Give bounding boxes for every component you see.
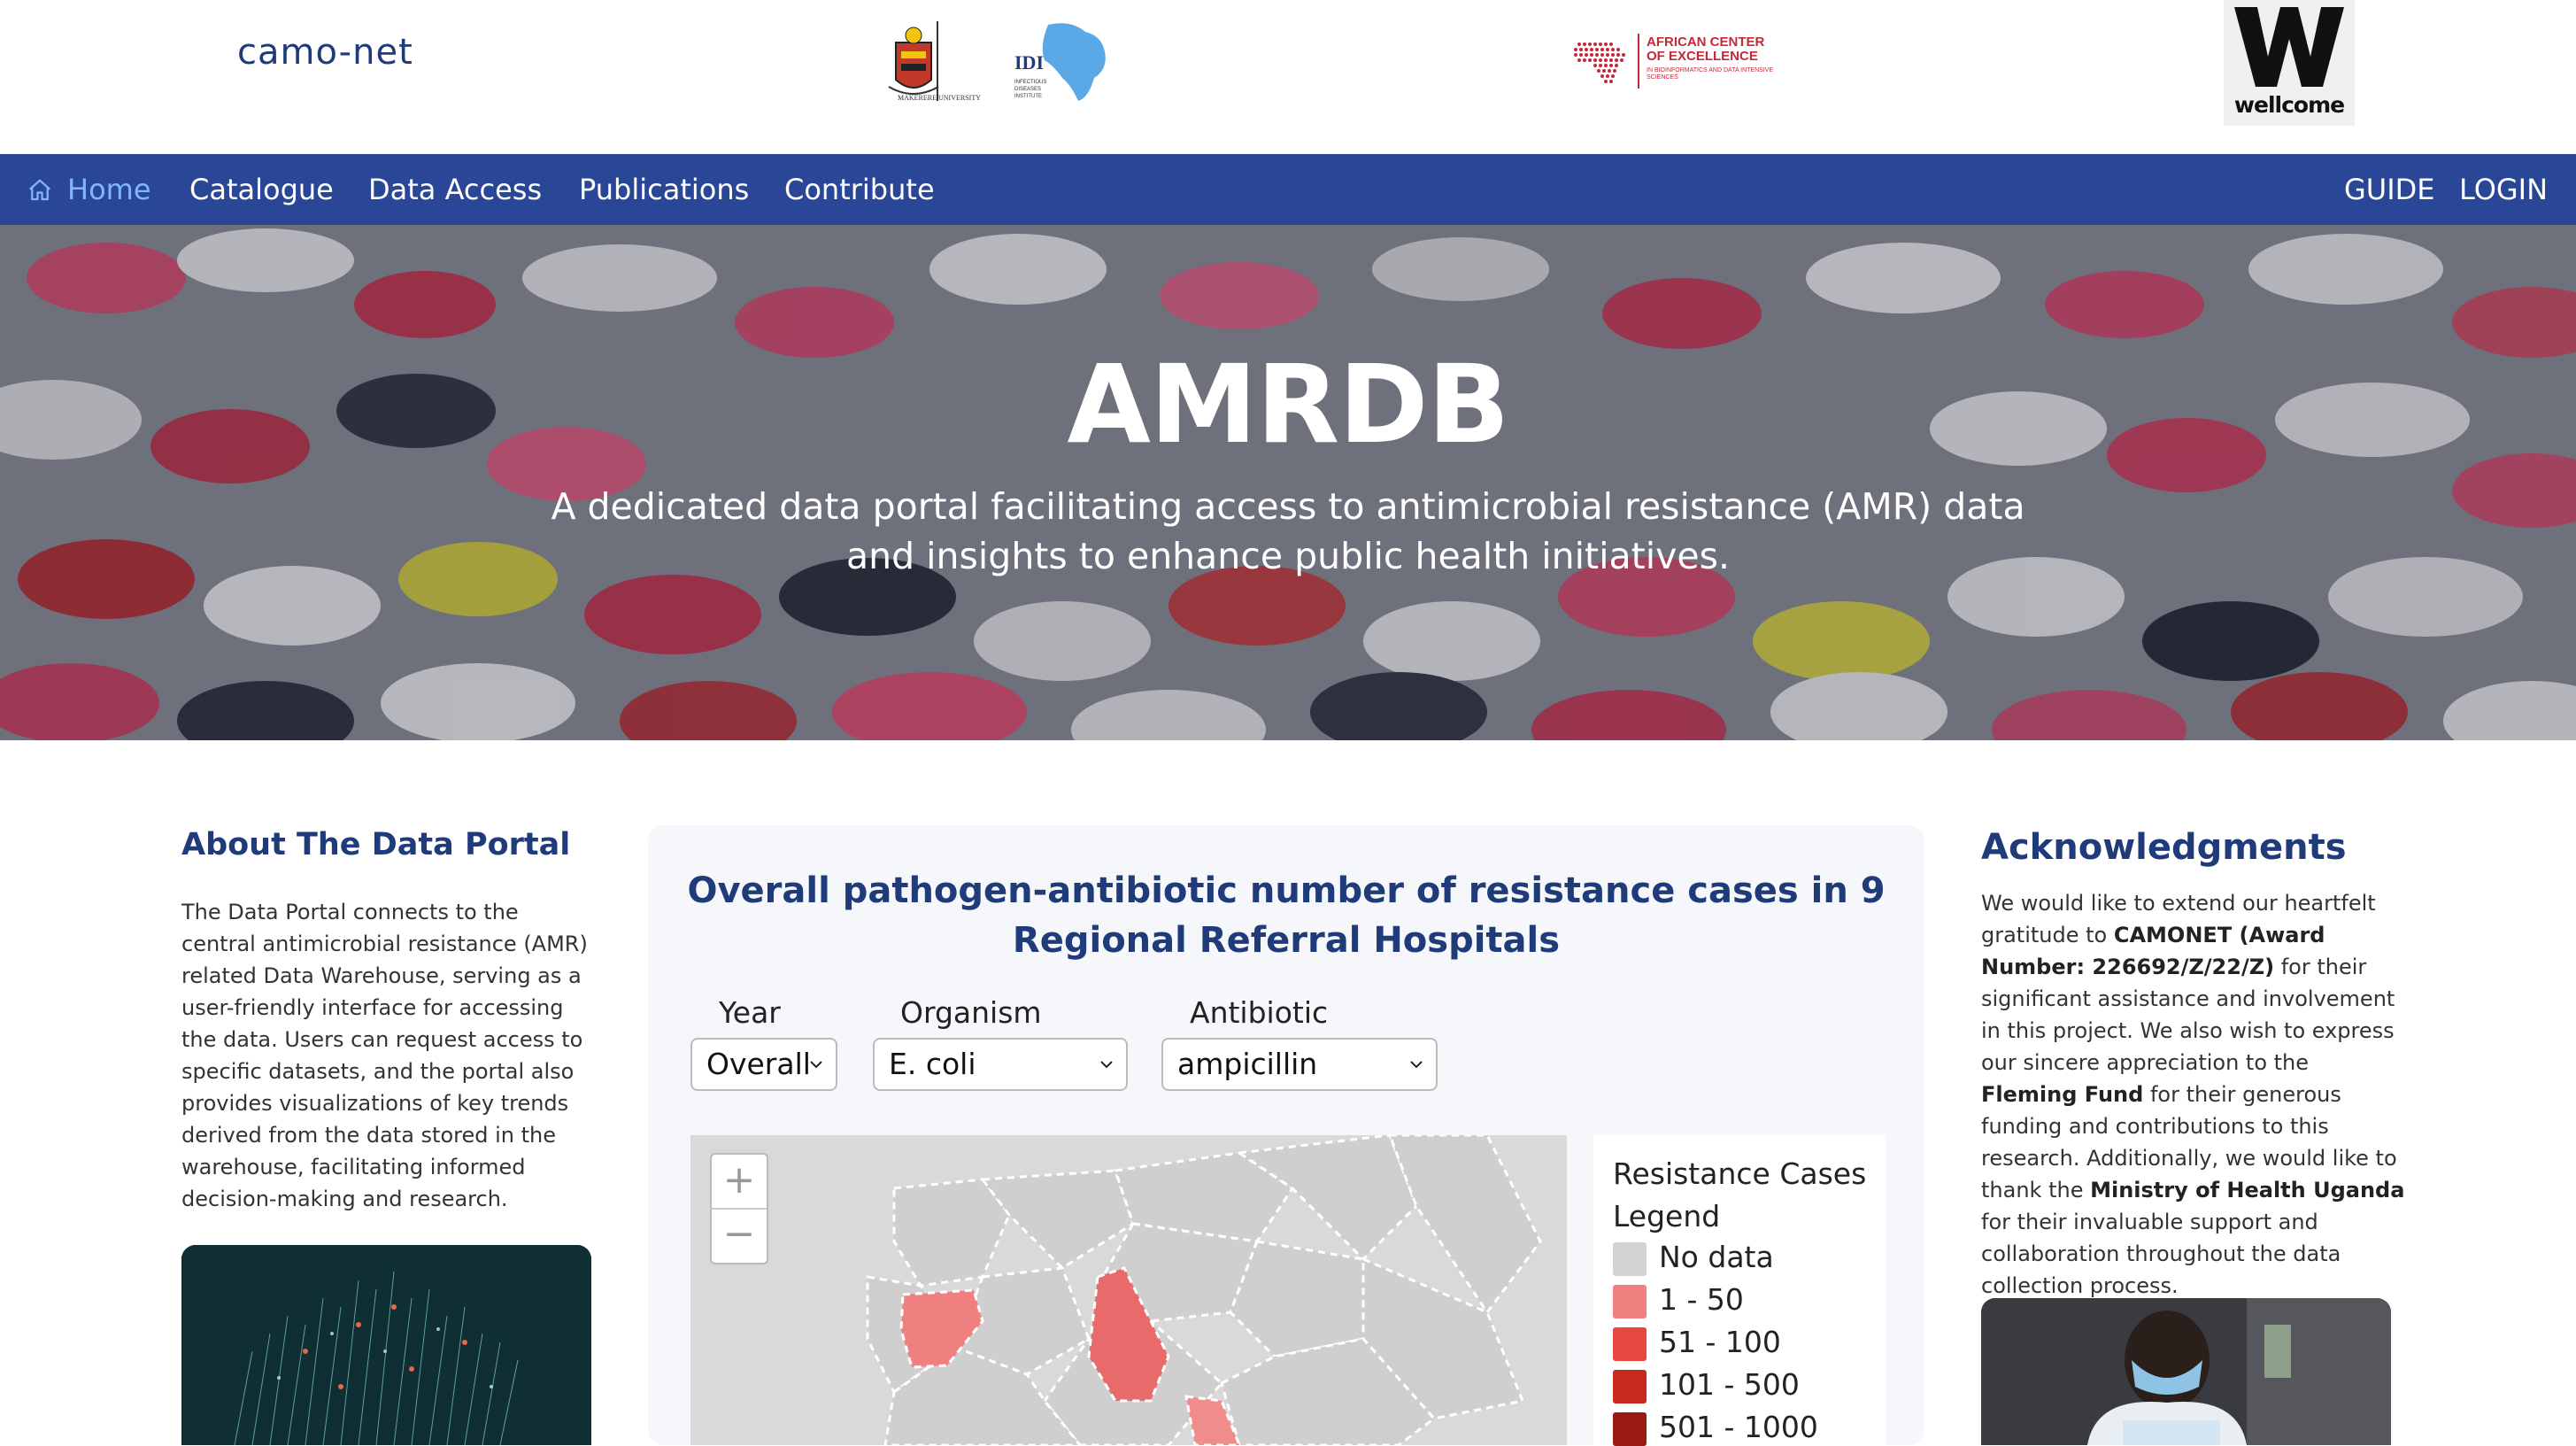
nav-catalogue[interactable]: Catalogue xyxy=(189,154,334,225)
map-legend: Resistance Cases Legend No data 1 - 50 5… xyxy=(1593,1135,1886,1446)
ace-line-1: AFRICAN CENTER xyxy=(1647,35,1765,50)
hero-title: AMRDB xyxy=(1067,342,1509,468)
legend-item-51-100: 51 - 100 xyxy=(1613,1325,1781,1361)
wellcome-logo: wellcome xyxy=(2224,0,2355,126)
svg-text:INFECTIOUS: INFECTIOUS xyxy=(1014,80,1046,85)
antibiotic-label: Antibiotic xyxy=(1190,995,1329,1030)
legend-label: 501 - 1000 xyxy=(1659,1410,1818,1444)
uganda-resistance-map[interactable]: + − xyxy=(690,1135,1567,1445)
antibiotic-select-value: ampicillin xyxy=(1177,1047,1318,1081)
ack-fleming-fund: Fleming Fund xyxy=(1981,1082,2144,1107)
legend-item-501-1000: 501 - 1000 xyxy=(1613,1410,1818,1446)
year-select[interactable]: Overall xyxy=(690,1038,837,1091)
legend-swatch xyxy=(1613,1369,1647,1403)
legend-swatch xyxy=(1613,1241,1647,1276)
lab-worker-photo xyxy=(1981,1298,2391,1445)
nav-home-label: Home xyxy=(67,173,151,206)
lab-worker-photo-graphic xyxy=(1981,1298,2391,1445)
nav-home[interactable]: Home xyxy=(27,154,151,225)
home-icon xyxy=(29,179,50,201)
nav-login[interactable]: LOGIN xyxy=(2459,154,2548,225)
antibiotic-select[interactable]: ampicillin xyxy=(1161,1038,1438,1091)
ace-logo-subtext: IN BIOINFORMATICS AND DATA INTENSIVE SCI… xyxy=(1647,67,1774,81)
year-label: Year xyxy=(719,995,781,1030)
resistance-chart-card: Overall pathogen-antibiotic number of re… xyxy=(648,825,1924,1446)
hero-banner: AMRDB A dedicated data portal facilitati… xyxy=(0,225,2576,740)
idi-logo: IDI INFECTIOUS DISEASES INSTITUTE xyxy=(1014,23,1106,102)
chevron-down-icon xyxy=(1100,1061,1113,1069)
makerere-caption: MAKERERE UNIVERSITY xyxy=(898,94,981,102)
camonet-logo[interactable]: camo-net xyxy=(237,32,413,73)
chart-card-title: Overall pathogen-antibiotic number of re… xyxy=(687,870,1886,961)
legend-swatch xyxy=(1613,1326,1647,1361)
svg-text:INSTITUTE: INSTITUTE xyxy=(1014,94,1042,99)
organism-select-value: E. coli xyxy=(889,1047,976,1081)
legend-item-no-data: No data xyxy=(1613,1240,1774,1276)
data-spikes-graphic xyxy=(181,1245,591,1445)
makerere-logo xyxy=(888,21,939,101)
legend-label: 1 - 50 xyxy=(1659,1282,1744,1317)
wellcome-w-mark xyxy=(2234,7,2344,87)
year-select-value: Overall xyxy=(706,1047,811,1081)
nav-guide[interactable]: GUIDE xyxy=(2344,154,2435,225)
ack-ministry-of-health: Ministry of Health Uganda xyxy=(2090,1178,2405,1202)
about-title: About The Data Portal xyxy=(181,827,571,862)
ace-line-2: OF EXCELLENCE xyxy=(1647,49,1758,64)
zoom-in-button[interactable]: + xyxy=(712,1155,767,1210)
map-zoom-control: + − xyxy=(710,1153,768,1264)
organism-select[interactable]: E. coli xyxy=(873,1038,1128,1091)
ack-text-part: for their invaluable support and collabo… xyxy=(1981,1210,2341,1298)
about-text: The Data Portal connects to the central … xyxy=(181,900,588,1211)
nav-data-access[interactable]: Data Access xyxy=(368,154,542,225)
nav-publications[interactable]: Publications xyxy=(579,154,749,225)
main-navbar: Home Catalogue Data Access Publications … xyxy=(0,154,2576,225)
legend-label: No data xyxy=(1659,1240,1774,1274)
svg-text:DISEASES: DISEASES xyxy=(1014,87,1041,92)
svg-text:IDI: IDI xyxy=(1014,51,1044,73)
acknowledgments-text: We would like to extend our heartfelt gr… xyxy=(1981,887,2406,1302)
legend-swatch xyxy=(1613,1284,1647,1318)
wellcome-wordmark: wellcome xyxy=(2233,92,2345,118)
organism-label: Organism xyxy=(900,995,1042,1030)
zoom-out-button[interactable]: − xyxy=(712,1209,767,1262)
legend-item-101-500: 101 - 500 xyxy=(1613,1367,1800,1403)
legend-label: 101 - 500 xyxy=(1659,1367,1800,1402)
chevron-down-icon xyxy=(810,1061,822,1069)
legend-title: Resistance Cases Legend xyxy=(1613,1156,1867,1233)
district-map-svg[interactable] xyxy=(690,1135,1567,1445)
nav-contribute[interactable]: Contribute xyxy=(784,154,935,225)
chevron-down-icon xyxy=(1410,1061,1423,1069)
legend-item-1-50: 1 - 50 xyxy=(1613,1282,1744,1318)
about-data-visual-image xyxy=(181,1245,591,1445)
legend-label: 51 - 100 xyxy=(1659,1325,1781,1359)
logo-bar: camo-net MAKERERE UNIVERSITY IDI INFECTI… xyxy=(0,0,2576,154)
ace-logo-text: AFRICAN CENTER OF EXCELLENCE xyxy=(1647,35,1764,64)
legend-swatch xyxy=(1613,1411,1647,1446)
hero-subtitle: A dedicated data portal facilitating acc… xyxy=(551,485,2025,577)
acknowledgments-title: Acknowledgments xyxy=(1981,827,2347,868)
